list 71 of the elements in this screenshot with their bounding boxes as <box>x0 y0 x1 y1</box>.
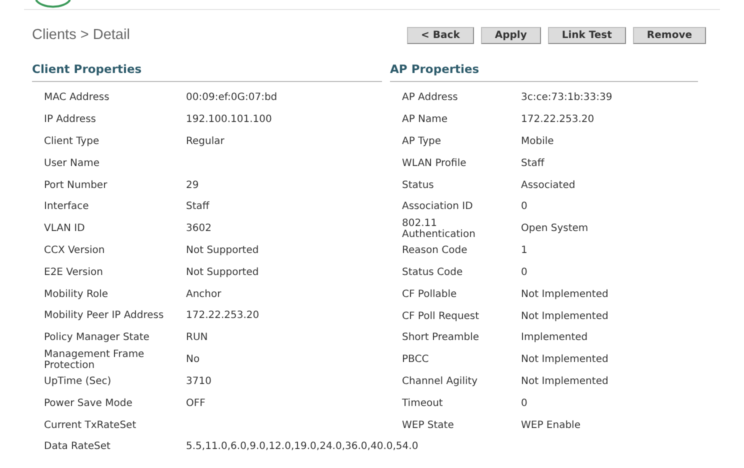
property-value: 29 <box>186 178 199 193</box>
property-value: Associated <box>521 178 576 193</box>
property-value: Not Supported <box>186 244 259 258</box>
property-label: Channel Agility <box>402 376 479 387</box>
property-label: E2E Version <box>44 266 104 278</box>
property-label: WLAN Profile <box>402 158 468 169</box>
property-label: 802.11 Authentication <box>402 218 476 240</box>
property-value: 1 <box>521 244 528 258</box>
property-label: CF Poll Request <box>402 310 480 322</box>
property-label: Interface <box>44 201 90 212</box>
toolbar-button[interactable]: < Back <box>407 27 474 44</box>
property-value: 3602 <box>186 222 212 236</box>
property-label: Power Save Mode <box>44 398 134 409</box>
property-label: PBCC <box>402 354 430 366</box>
property-value: Implemented <box>521 331 588 346</box>
property-value: Staff <box>186 200 210 214</box>
property-value: No <box>186 353 200 368</box>
property-label: Port Number <box>44 180 108 191</box>
property-label: Management Frame Protection <box>44 348 146 371</box>
property-value: Not Implemented <box>521 310 608 324</box>
property-value: 172.22.253.20 <box>521 113 594 128</box>
property-value: Not Implemented <box>521 353 608 368</box>
section-heading: AP Properties <box>390 60 480 78</box>
property-value: 3c:ce:73:1b:33:39 <box>521 91 612 106</box>
property-label: Policy Manager State <box>44 332 150 344</box>
property-label: VLAN ID <box>44 223 86 234</box>
property-value: RUN <box>186 331 208 346</box>
property-value: Not Implemented <box>521 288 608 302</box>
property-label: CF Pollable <box>402 288 458 300</box>
property-label: Short Preamble <box>402 332 480 344</box>
property-label: WEP State <box>402 420 455 431</box>
property-label: CCX Version <box>44 244 106 256</box>
property-label: AP Address <box>402 92 459 104</box>
property-value: Regular <box>186 134 224 149</box>
toolbar-button[interactable]: Link Test <box>548 27 626 44</box>
property-value: Anchor <box>186 288 222 302</box>
property-label: AP Name <box>402 114 449 126</box>
section-heading: Client Properties <box>32 60 143 78</box>
property-label: User Name <box>44 158 100 169</box>
property-value: 00:09:ef:0G:07:bd <box>186 91 278 106</box>
property-label: Timeout <box>402 398 444 409</box>
property-value: 0 <box>521 396 528 411</box>
property-value: 0 <box>521 266 528 280</box>
property-value: Not Implemented <box>521 374 608 389</box>
property-value: 172.22.253.20 <box>186 309 260 324</box>
property-value: 3710 <box>186 374 212 389</box>
property-value: OFF <box>186 396 206 411</box>
property-value: Not Supported <box>186 266 259 280</box>
property-value: Staff <box>521 156 544 171</box>
property-label: IP Address <box>44 114 97 126</box>
property-value: 192.100.101.100 <box>186 113 272 128</box>
property-value: WEP Enable <box>521 418 580 433</box>
property-label: Mobility Role <box>44 288 109 300</box>
property-label: AP Type <box>402 136 442 147</box>
property-label: Reason Code <box>402 245 468 256</box>
property-value: Mobile <box>521 134 554 149</box>
property-label: Mobility Peer IP Address <box>44 310 165 322</box>
property-value: 0 <box>521 200 528 214</box>
property-label: Current TxRateSet <box>44 420 138 431</box>
page-title: Clients > Detail <box>32 26 130 45</box>
property-label: Status Code <box>402 266 464 278</box>
property-label: UpTime (Sec) <box>44 376 112 387</box>
property-value: 5.5,11.0,6.0,9.0,12.0,19.0,24.0,36.0,40.0,54.0 <box>186 440 418 454</box>
property-label: Association ID <box>402 201 474 212</box>
property-label: Client Type <box>44 136 100 147</box>
property-label: Data RateSet <box>44 441 112 452</box>
property-label: MAC Address <box>44 92 110 104</box>
property-label: Status <box>402 180 435 191</box>
toolbar-button[interactable]: Remove <box>632 27 706 44</box>
toolbar-button[interactable]: Apply <box>480 27 541 44</box>
property-value: Open System <box>521 222 588 236</box>
